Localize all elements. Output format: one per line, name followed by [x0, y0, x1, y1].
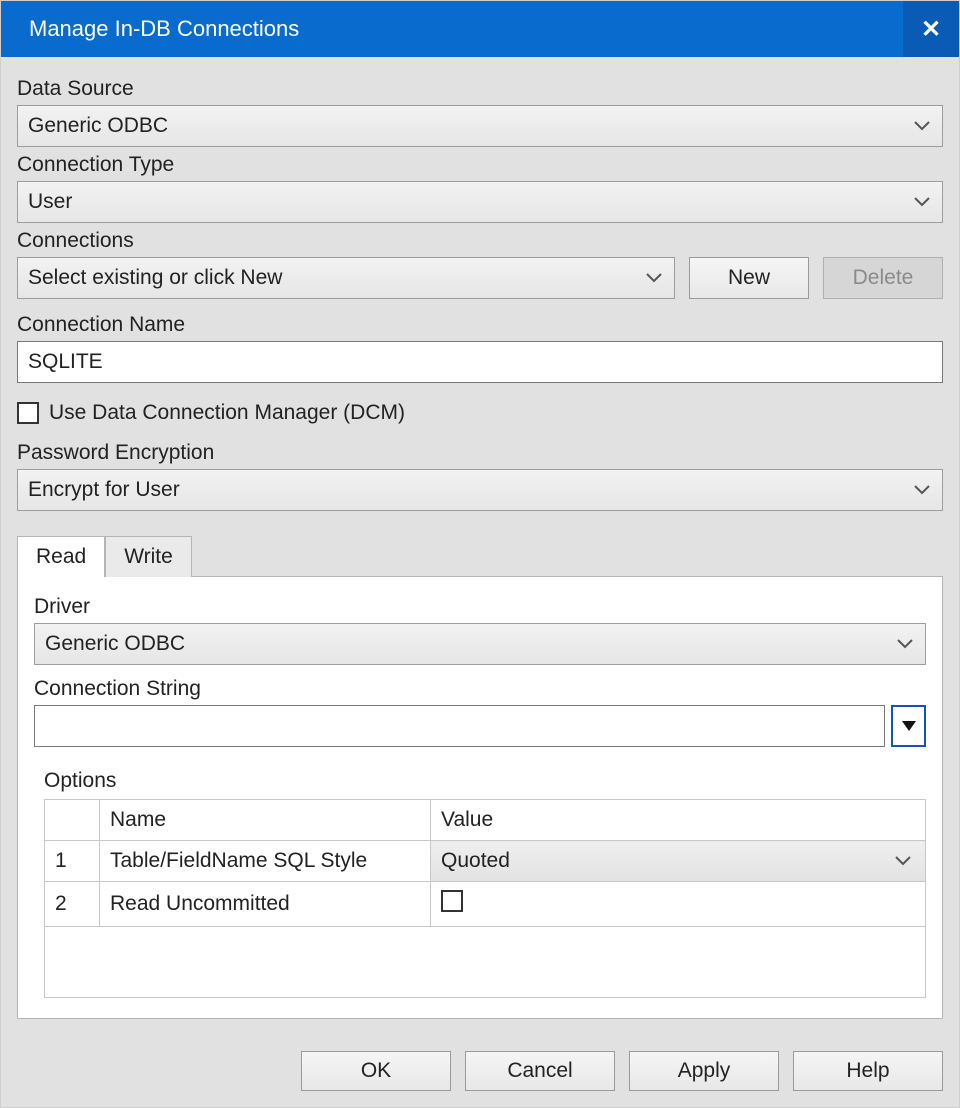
connection-string-input[interactable] — [34, 705, 885, 747]
help-button[interactable]: Help — [793, 1051, 943, 1091]
driver-label: Driver — [34, 595, 926, 619]
col-header-name: Name — [100, 800, 431, 841]
tabs: Read Write Driver Generic ODBC Connectio… — [17, 535, 943, 1019]
connections-value: Select existing or click New — [28, 266, 282, 290]
row-index: 1 — [45, 841, 100, 882]
new-button[interactable]: New — [689, 257, 809, 299]
tab-write[interactable]: Write — [105, 536, 192, 577]
col-header-value: Value — [431, 800, 926, 841]
tabs-header: Read Write — [17, 535, 943, 576]
table-row: 2 Read Uncommitted — [45, 882, 926, 927]
data-source-select[interactable]: Generic ODBC — [17, 105, 943, 147]
use-dcm-checkbox[interactable] — [17, 402, 39, 424]
cancel-button-label: Cancel — [507, 1059, 572, 1083]
row-index: 2 — [45, 882, 100, 927]
dialog-body: Data Source Generic ODBC Connection Type… — [1, 57, 959, 1107]
title-bar: Manage In-DB Connections ✕ — [1, 1, 959, 57]
close-icon: ✕ — [921, 15, 941, 44]
table-empty-row — [45, 927, 926, 998]
help-button-label: Help — [846, 1059, 889, 1083]
dialog-title: Manage In-DB Connections — [1, 16, 299, 42]
connection-string-label: Connection String — [34, 677, 926, 701]
table-row: 1 Table/FieldName SQL Style Quoted — [45, 841, 926, 882]
delete-button-label: Delete — [853, 266, 914, 290]
dialog-window: Manage In-DB Connections ✕ Data Source G… — [0, 0, 960, 1108]
tab-write-label: Write — [124, 545, 173, 568]
chevron-down-icon — [646, 273, 662, 283]
option-name: Table/FieldName SQL Style — [100, 841, 431, 882]
chevron-down-icon — [914, 197, 930, 207]
tab-read-label: Read — [36, 545, 86, 568]
apply-button-label: Apply — [678, 1059, 731, 1083]
option-value-checkbox[interactable] — [441, 890, 463, 912]
use-dcm-row[interactable]: Use Data Connection Manager (DCM) — [17, 401, 943, 425]
connection-string-dropdown-button[interactable] — [891, 705, 926, 747]
table-header-row: Name Value — [45, 800, 926, 841]
option-value: Quoted — [441, 849, 510, 872]
driver-value: Generic ODBC — [45, 632, 185, 656]
col-header-index — [45, 800, 100, 841]
driver-select[interactable]: Generic ODBC — [34, 623, 926, 665]
connections-label: Connections — [17, 229, 943, 253]
option-name: Read Uncommitted — [100, 882, 431, 927]
chevron-down-icon — [914, 121, 930, 131]
connection-name-label: Connection Name — [17, 313, 943, 337]
data-source-value: Generic ODBC — [28, 114, 168, 138]
option-value-select[interactable]: Quoted — [431, 841, 926, 882]
connection-type-select[interactable]: User — [17, 181, 943, 223]
triangle-down-icon — [902, 721, 916, 731]
tab-panel-read: Driver Generic ODBC Connection String — [17, 576, 943, 1019]
close-button[interactable]: ✕ — [903, 1, 959, 57]
chevron-down-icon — [895, 856, 911, 866]
options-section: Options Name Value 1 Tab — [34, 769, 926, 998]
new-button-label: New — [728, 266, 770, 290]
ok-button[interactable]: OK — [301, 1051, 451, 1091]
use-dcm-label: Use Data Connection Manager (DCM) — [49, 401, 405, 425]
options-label: Options — [44, 769, 926, 793]
connection-name-input[interactable] — [17, 341, 943, 383]
tab-read[interactable]: Read — [17, 536, 105, 577]
connection-type-label: Connection Type — [17, 153, 943, 177]
apply-button[interactable]: Apply — [629, 1051, 779, 1091]
options-table: Name Value 1 Table/FieldName SQL Style Q… — [44, 799, 926, 998]
chevron-down-icon — [914, 485, 930, 495]
ok-button-label: OK — [361, 1059, 391, 1083]
password-encryption-value: Encrypt for User — [28, 478, 180, 502]
option-value-checkbox-cell[interactable] — [431, 882, 926, 927]
password-encryption-select[interactable]: Encrypt for User — [17, 469, 943, 511]
connections-select[interactable]: Select existing or click New — [17, 257, 675, 299]
password-encryption-label: Password Encryption — [17, 441, 943, 465]
delete-button[interactable]: Delete — [823, 257, 943, 299]
connection-type-value: User — [28, 190, 72, 214]
dialog-footer: OK Cancel Apply Help — [17, 1035, 943, 1091]
cancel-button[interactable]: Cancel — [465, 1051, 615, 1091]
data-source-label: Data Source — [17, 77, 943, 101]
chevron-down-icon — [897, 639, 913, 649]
